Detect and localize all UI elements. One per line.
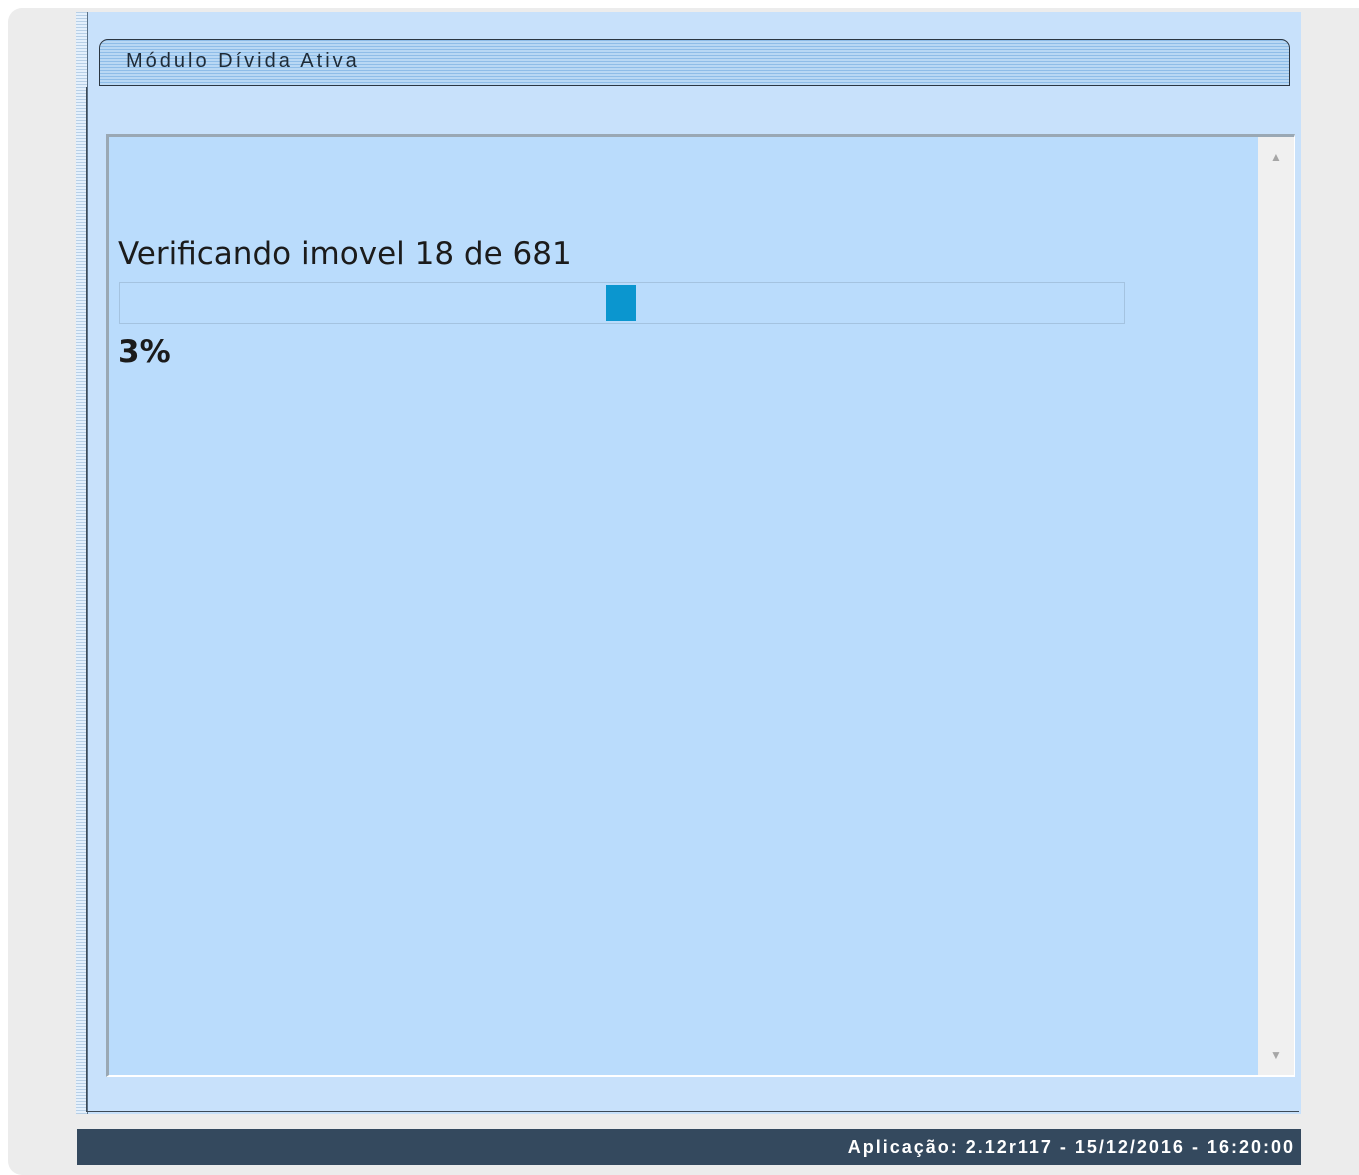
- arrow-down-icon[interactable]: ▼: [1258, 1035, 1294, 1075]
- module-title: Módulo Dívida Ativa: [126, 50, 360, 72]
- app-version-info: Aplicação: 2.12r117 - 15/12/2016 - 16:20…: [847, 1137, 1295, 1157]
- progress-indicator: [606, 285, 636, 321]
- app-panel: Módulo Dívida Ativa Verificando imovel 1…: [76, 12, 1301, 1114]
- footer-bar: Aplicação: 2.12r117 - 15/12/2016 - 16:20…: [77, 1129, 1301, 1165]
- vertical-scrollbar[interactable]: ▲ ▼: [1258, 137, 1294, 1075]
- module-header: Módulo Dívida Ativa: [99, 39, 1290, 86]
- arrow-up-icon[interactable]: ▲: [1258, 137, 1294, 177]
- progress-percent: 3%: [118, 334, 171, 370]
- progress-frame: Verificando imovel 18 de 681 3% ▲ ▼: [106, 134, 1295, 1077]
- progress-status-text: Verificando imovel 18 de 681: [118, 236, 572, 272]
- progress-bar: [119, 282, 1125, 324]
